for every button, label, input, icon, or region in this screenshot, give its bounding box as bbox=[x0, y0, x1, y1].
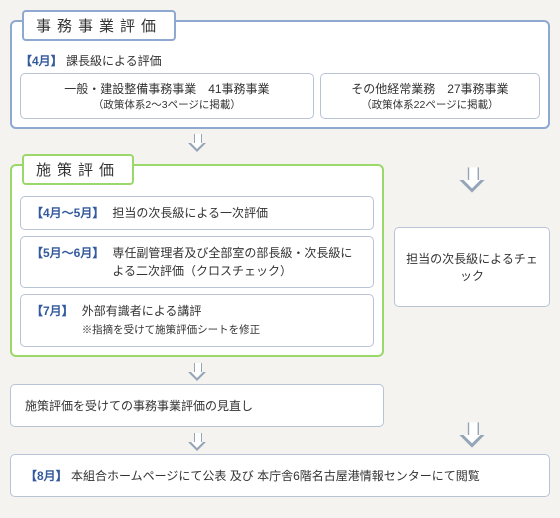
arrow-icon bbox=[459, 422, 484, 447]
jimu-left-line2: （政策体系2～3ページに掲載） bbox=[25, 98, 309, 114]
jimu-box-left: 一般・建設整備事務事業 41事務事業 （政策体系2～3ページに掲載） bbox=[20, 73, 314, 119]
tag-apr: 【4月】 bbox=[20, 54, 63, 68]
policy-row-3-main: 外部有識者による講評 bbox=[82, 304, 202, 318]
arrow-icon bbox=[188, 363, 206, 381]
section-sesaku-title: 施策評価 bbox=[22, 154, 134, 185]
tag-jul: 【7月】 bbox=[31, 302, 74, 320]
section-jimu-title: 事務事業評価 bbox=[22, 10, 176, 41]
jimu-box-right: その他経常業務 27事務事業 （政策体系22ページに掲載） bbox=[320, 73, 540, 119]
jimu-right-line1: その他経常業務 27事務事業 bbox=[325, 80, 535, 98]
arrow-icon bbox=[188, 433, 206, 451]
tag-may-jun: 【5月～6月】 bbox=[31, 244, 104, 262]
final-box: 【8月】 本組合ホームページにて公表 及び 本庁舎6階名古屋港情報センターにて閲… bbox=[10, 454, 550, 497]
policy-row-3-text: 外部有識者による講評 ※指摘を受けて施策評価シートを修正 bbox=[82, 302, 363, 339]
policy-row-2-text: 専任副管理者及び全部室の部長級・次長級による二次評価（クロスチェック） bbox=[112, 244, 363, 280]
final-text: 本組合ホームページにて公表 及び 本庁舎6階名古屋港情報センターにて閲覧 bbox=[71, 469, 480, 483]
arrow-icon bbox=[188, 134, 206, 152]
section1-subhead: 【4月】 課長級による評価 bbox=[20, 52, 540, 69]
policy-row-3: 【7月】 外部有識者による講評 ※指摘を受けて施策評価シートを修正 bbox=[20, 294, 374, 347]
policy-row-1-text: 担当の次長級による一次評価 bbox=[112, 204, 363, 222]
subhead-text: 課長級による評価 bbox=[66, 54, 162, 68]
section-jimu: 事務事業評価 【4月】 課長級による評価 一般・建設整備事務事業 41事務事業 … bbox=[10, 20, 550, 129]
section-sesaku: 施策評価 【4月～5月】 担当の次長級による一次評価 【5月～6月】 専任副管理… bbox=[10, 164, 384, 357]
policy-row-2: 【5月～6月】 専任副管理者及び全部室の部長級・次長級による二次評価（クロスチェ… bbox=[20, 236, 374, 288]
arrow-icon bbox=[459, 167, 484, 192]
policy-row-1: 【4月～5月】 担当の次長級による一次評価 bbox=[20, 196, 374, 230]
jimu-left-line1: 一般・建設整備事務事業 41事務事業 bbox=[25, 80, 309, 98]
jimu-right-line2: （政策体系22ページに掲載） bbox=[325, 98, 535, 114]
tag-aug: 【8月】 bbox=[25, 469, 68, 483]
tag-apr-may: 【4月～5月】 bbox=[31, 204, 104, 222]
review-box: 施策評価を受けての事務事業評価の見直し bbox=[10, 384, 384, 427]
policy-row-3-sub: ※指摘を受けて施策評価シートを修正 bbox=[82, 324, 261, 336]
check-box: 担当の次長級によるチェック bbox=[394, 227, 550, 307]
